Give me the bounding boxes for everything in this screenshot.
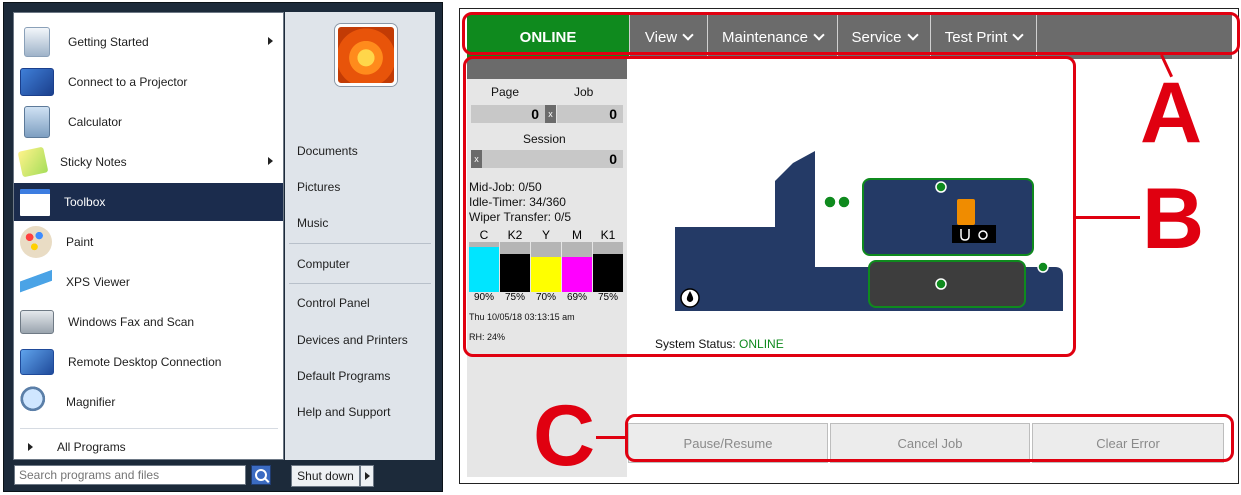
- xps-viewer-icon: [20, 266, 52, 298]
- program-getting-started[interactable]: Getting Started: [14, 23, 283, 61]
- paint-icon: [20, 226, 52, 258]
- program-remote-desktop[interactable]: Remote Desktop Connection: [14, 343, 283, 381]
- program-label: Calculator: [68, 115, 123, 129]
- place-pictures[interactable]: Pictures: [285, 170, 435, 204]
- program-connect-projector[interactable]: Connect to a Projector: [14, 63, 283, 101]
- calculator-icon: [24, 106, 50, 138]
- shutdown-button[interactable]: Shut down: [291, 465, 360, 487]
- annotation-box-c: [625, 414, 1234, 462]
- program-label: Windows Fax and Scan: [68, 315, 195, 329]
- annotation-label-b: B: [1142, 171, 1205, 267]
- place-control-panel[interactable]: Control Panel: [285, 286, 435, 320]
- search-input[interactable]: [14, 465, 246, 485]
- fax-scan-icon: [20, 310, 54, 334]
- place-documents[interactable]: Documents: [285, 134, 435, 168]
- getting-started-icon: [24, 27, 50, 57]
- magnifier-icon: [20, 386, 52, 418]
- program-label: XPS Viewer: [66, 275, 130, 289]
- all-programs-label: All Programs: [57, 440, 126, 454]
- annotation-line-b: [1076, 216, 1140, 219]
- program-calculator[interactable]: Calculator: [14, 103, 283, 141]
- programs-list: Getting Started Connect to a Projector C…: [13, 12, 284, 460]
- divider: [289, 283, 431, 284]
- submenu-arrow-icon: [268, 37, 273, 45]
- annotation-label-a: A: [1140, 65, 1203, 161]
- place-devices-printers[interactable]: Devices and Printers: [285, 323, 435, 357]
- expand-arrow-icon: [28, 443, 33, 451]
- projector-icon: [20, 68, 54, 96]
- submenu-arrow-icon: [268, 157, 273, 165]
- program-label: Paint: [66, 235, 94, 249]
- program-label: Getting Started: [68, 35, 149, 49]
- place-help-support[interactable]: Help and Support: [285, 395, 435, 429]
- program-toolbox[interactable]: Toolbox: [14, 183, 283, 221]
- program-paint[interactable]: Paint: [14, 223, 283, 261]
- program-label: Connect to a Projector: [68, 75, 188, 89]
- divider: [20, 428, 278, 429]
- shutdown-options-button[interactable]: [360, 465, 374, 487]
- all-programs-button[interactable]: All Programs: [14, 434, 283, 460]
- places-panel: Documents Pictures Music Computer Contro…: [285, 12, 435, 460]
- place-music[interactable]: Music: [285, 206, 435, 240]
- annotation-box-b: [463, 56, 1076, 357]
- place-computer[interactable]: Computer: [285, 247, 435, 281]
- search-button[interactable]: [251, 465, 271, 485]
- user-avatar[interactable]: [335, 24, 397, 86]
- toolbox-icon: [20, 188, 50, 216]
- annotation-label-c: C: [533, 388, 596, 484]
- sticky-notes-icon: [17, 146, 49, 178]
- program-sticky-notes[interactable]: Sticky Notes: [14, 143, 283, 181]
- annotation-line-c: [596, 436, 626, 439]
- program-magnifier[interactable]: Magnifier: [14, 383, 283, 421]
- remote-desktop-icon: [20, 349, 54, 375]
- divider: [289, 243, 431, 244]
- program-label: Magnifier: [66, 395, 116, 409]
- program-fax-scan[interactable]: Windows Fax and Scan: [14, 303, 283, 341]
- program-label: Toolbox: [64, 195, 106, 209]
- program-label: Sticky Notes: [60, 155, 127, 169]
- place-default-programs[interactable]: Default Programs: [285, 359, 435, 393]
- search-icon: [255, 469, 267, 481]
- annotation-box-a: [462, 12, 1240, 55]
- start-menu: Getting Started Connect to a Projector C…: [3, 2, 443, 492]
- program-xps-viewer[interactable]: XPS Viewer: [14, 263, 283, 301]
- program-label: Remote Desktop Connection: [68, 355, 222, 369]
